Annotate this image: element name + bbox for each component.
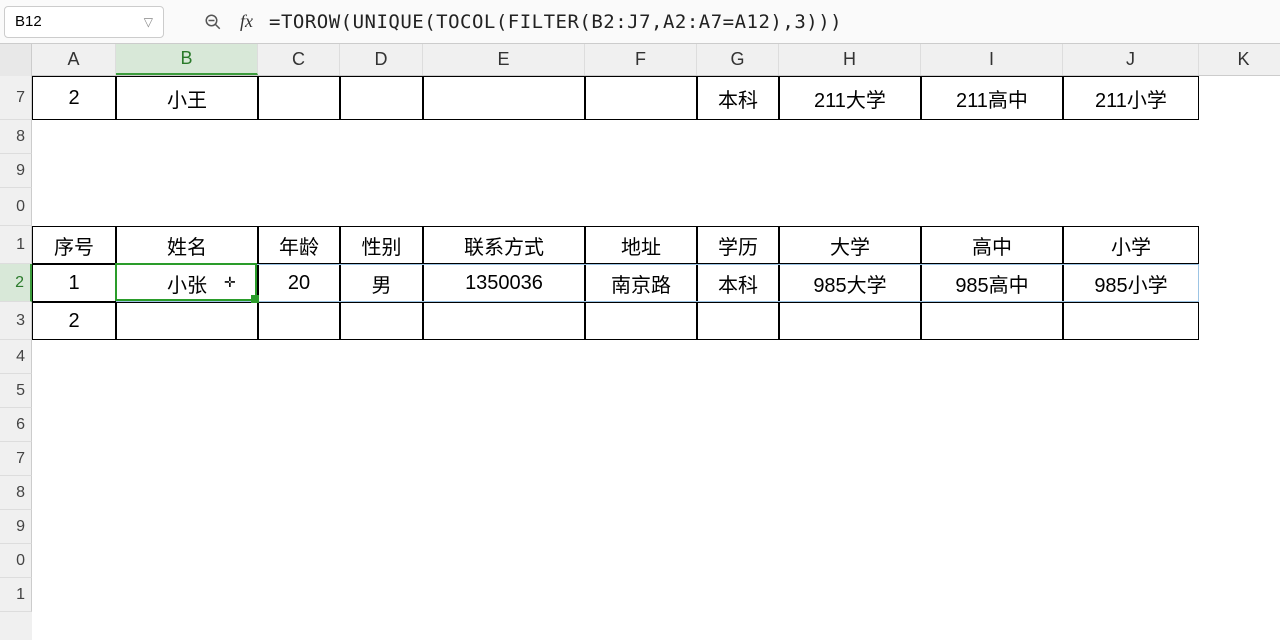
cell-r7-c3[interactable] [340, 76, 423, 120]
formula-bar: B12 ▽ fx [0, 0, 1280, 44]
cell-r12-c0[interactable]: 1 [32, 264, 116, 302]
header-cell-8[interactable]: 高中 [921, 226, 1063, 264]
cell-r7-c2[interactable] [258, 76, 340, 120]
row-header[interactable]: 8 [0, 476, 32, 510]
header-cell-4[interactable]: 联系方式 [423, 226, 585, 264]
cell-r7-c1[interactable]: 小王 [116, 76, 258, 120]
formula-input[interactable] [269, 11, 1276, 33]
header-cell-1[interactable]: 姓名 [116, 226, 258, 264]
cell-r12-c7[interactable]: 985大学 [779, 264, 921, 302]
chevron-down-icon[interactable]: ▽ [144, 15, 153, 29]
cell-r13-c8[interactable] [921, 302, 1063, 340]
row-header[interactable]: 4 [0, 340, 32, 374]
cell-r12-c3[interactable]: 男 [340, 264, 423, 302]
col-header-C[interactable]: C [258, 44, 340, 75]
cell-r13-c6[interactable] [697, 302, 779, 340]
header-cell-2[interactable]: 年龄 [258, 226, 340, 264]
row-header[interactable]: 7 [0, 76, 32, 120]
header-cell-0[interactable]: 序号 [32, 226, 116, 264]
row-header[interactable]: 8 [0, 120, 32, 154]
cell-r7-c8[interactable]: 211高中 [921, 76, 1063, 120]
col-header-K[interactable]: K [1199, 44, 1280, 75]
row-header[interactable]: 0 [0, 188, 32, 226]
name-box-value: B12 [15, 13, 42, 30]
cell-r12-c1[interactable]: 小张 [116, 264, 258, 302]
row-header[interactable]: 1 [0, 578, 32, 612]
cell-r13-c9[interactable] [1063, 302, 1199, 340]
name-box[interactable]: B12 ▽ [4, 6, 164, 38]
col-header-A[interactable]: A [32, 44, 116, 75]
row-header[interactable]: 7 [0, 442, 32, 476]
cell-r7-c0[interactable]: 2 [32, 76, 116, 120]
header-cell-9[interactable]: 小学 [1063, 226, 1199, 264]
spreadsheet-grid: ABCDEFGHIJK 789012345678901 2小王本科211大学21… [0, 44, 1280, 640]
cell-r13-c4[interactable] [423, 302, 585, 340]
fx-label[interactable]: fx [240, 11, 253, 32]
row-header[interactable]: 3 [0, 302, 32, 340]
cell-r12-c5[interactable]: 南京路 [585, 264, 697, 302]
col-header-J[interactable]: J [1063, 44, 1199, 75]
cell-r13-c5[interactable] [585, 302, 697, 340]
cell-r7-c9[interactable]: 211小学 [1063, 76, 1199, 120]
header-cell-6[interactable]: 学历 [697, 226, 779, 264]
col-header-H[interactable]: H [779, 44, 921, 75]
col-header-E[interactable]: E [423, 44, 585, 75]
cell-r12-c8[interactable]: 985高中 [921, 264, 1063, 302]
cell-r12-c9[interactable]: 985小学 [1063, 264, 1199, 302]
cell-r13-c3[interactable] [340, 302, 423, 340]
row-headers: 789012345678901 [0, 76, 32, 640]
col-header-B[interactable]: B [116, 44, 258, 75]
cells-area[interactable]: 2小王本科211大学211高中211小学序号姓名年龄性别联系方式地址学历大学高中… [32, 76, 1280, 640]
header-cell-3[interactable]: 性别 [340, 226, 423, 264]
col-header-D[interactable]: D [340, 44, 423, 75]
row-header[interactable]: 5 [0, 374, 32, 408]
cell-r7-c7[interactable]: 211大学 [779, 76, 921, 120]
row-header[interactable]: 9 [0, 154, 32, 188]
header-cell-5[interactable]: 地址 [585, 226, 697, 264]
cell-r13-c7[interactable] [779, 302, 921, 340]
zoom-out-icon[interactable] [202, 11, 224, 33]
row-header[interactable]: 9 [0, 510, 32, 544]
col-header-F[interactable]: F [585, 44, 697, 75]
column-headers: ABCDEFGHIJK [0, 44, 1280, 76]
row-header[interactable]: 2 [0, 264, 32, 302]
cell-r7-c6[interactable]: 本科 [697, 76, 779, 120]
cell-r12-c4[interactable]: 1350036 [423, 264, 585, 302]
cell-r13-c0[interactable]: 2 [32, 302, 116, 340]
cell-r12-c6[interactable]: 本科 [697, 264, 779, 302]
select-all-corner[interactable] [0, 44, 32, 76]
row-header[interactable]: 0 [0, 544, 32, 578]
row-header[interactable]: 1 [0, 226, 32, 264]
col-header-I[interactable]: I [921, 44, 1063, 75]
col-header-G[interactable]: G [697, 44, 779, 75]
cell-r7-c4[interactable] [423, 76, 585, 120]
cell-r7-c5[interactable] [585, 76, 697, 120]
header-cell-7[interactable]: 大学 [779, 226, 921, 264]
cell-r13-c1[interactable] [116, 302, 258, 340]
row-header[interactable]: 6 [0, 408, 32, 442]
cell-r13-c2[interactable] [258, 302, 340, 340]
cell-r12-c2[interactable]: 20 [258, 264, 340, 302]
